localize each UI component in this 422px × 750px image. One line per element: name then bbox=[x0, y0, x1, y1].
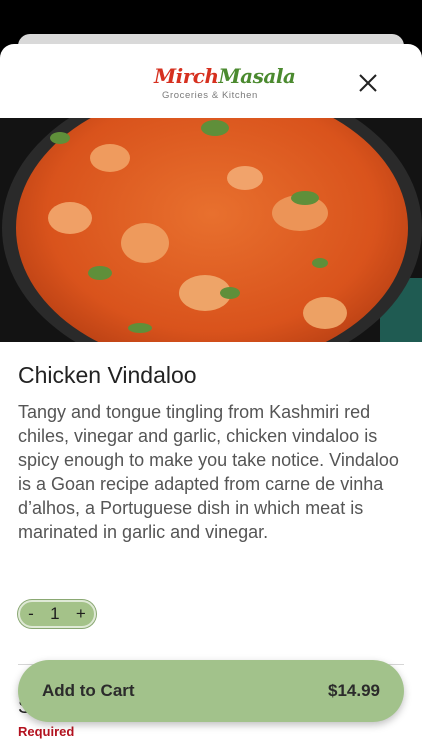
logo-word-masala: Masala bbox=[218, 64, 296, 88]
decrease-quantity-button[interactable]: - bbox=[28, 604, 34, 624]
add-to-cart-label: Add to Cart bbox=[42, 681, 135, 700]
close-icon bbox=[359, 74, 377, 92]
close-button[interactable] bbox=[355, 70, 381, 96]
add-to-cart-button[interactable]: Add to Cart $14.99 bbox=[18, 660, 404, 722]
quantity-value: 1 bbox=[50, 604, 60, 623]
logo-word-mirch: Mirch bbox=[154, 64, 219, 88]
required-badge: Required bbox=[18, 724, 75, 739]
food-image bbox=[0, 78, 422, 378]
item-description: Tangy and tongue tingling from Kashmiri … bbox=[18, 402, 399, 542]
increase-quantity-button[interactable]: + bbox=[76, 604, 86, 624]
item-title: Chicken Vindaloo bbox=[18, 362, 197, 388]
modal-header: MirchMasala Groceries & Kitchen bbox=[0, 44, 422, 118]
brand-logo: MirchMasala Groceries & Kitchen bbox=[154, 64, 296, 102]
item-modal: MirchMasala Groceries & Kitchen Chicken … bbox=[0, 44, 422, 750]
logo-tagline: Groceries & Kitchen bbox=[162, 90, 258, 101]
cart-price: $14.99 bbox=[328, 681, 380, 700]
quantity-stepper: - 1 + bbox=[18, 600, 96, 628]
